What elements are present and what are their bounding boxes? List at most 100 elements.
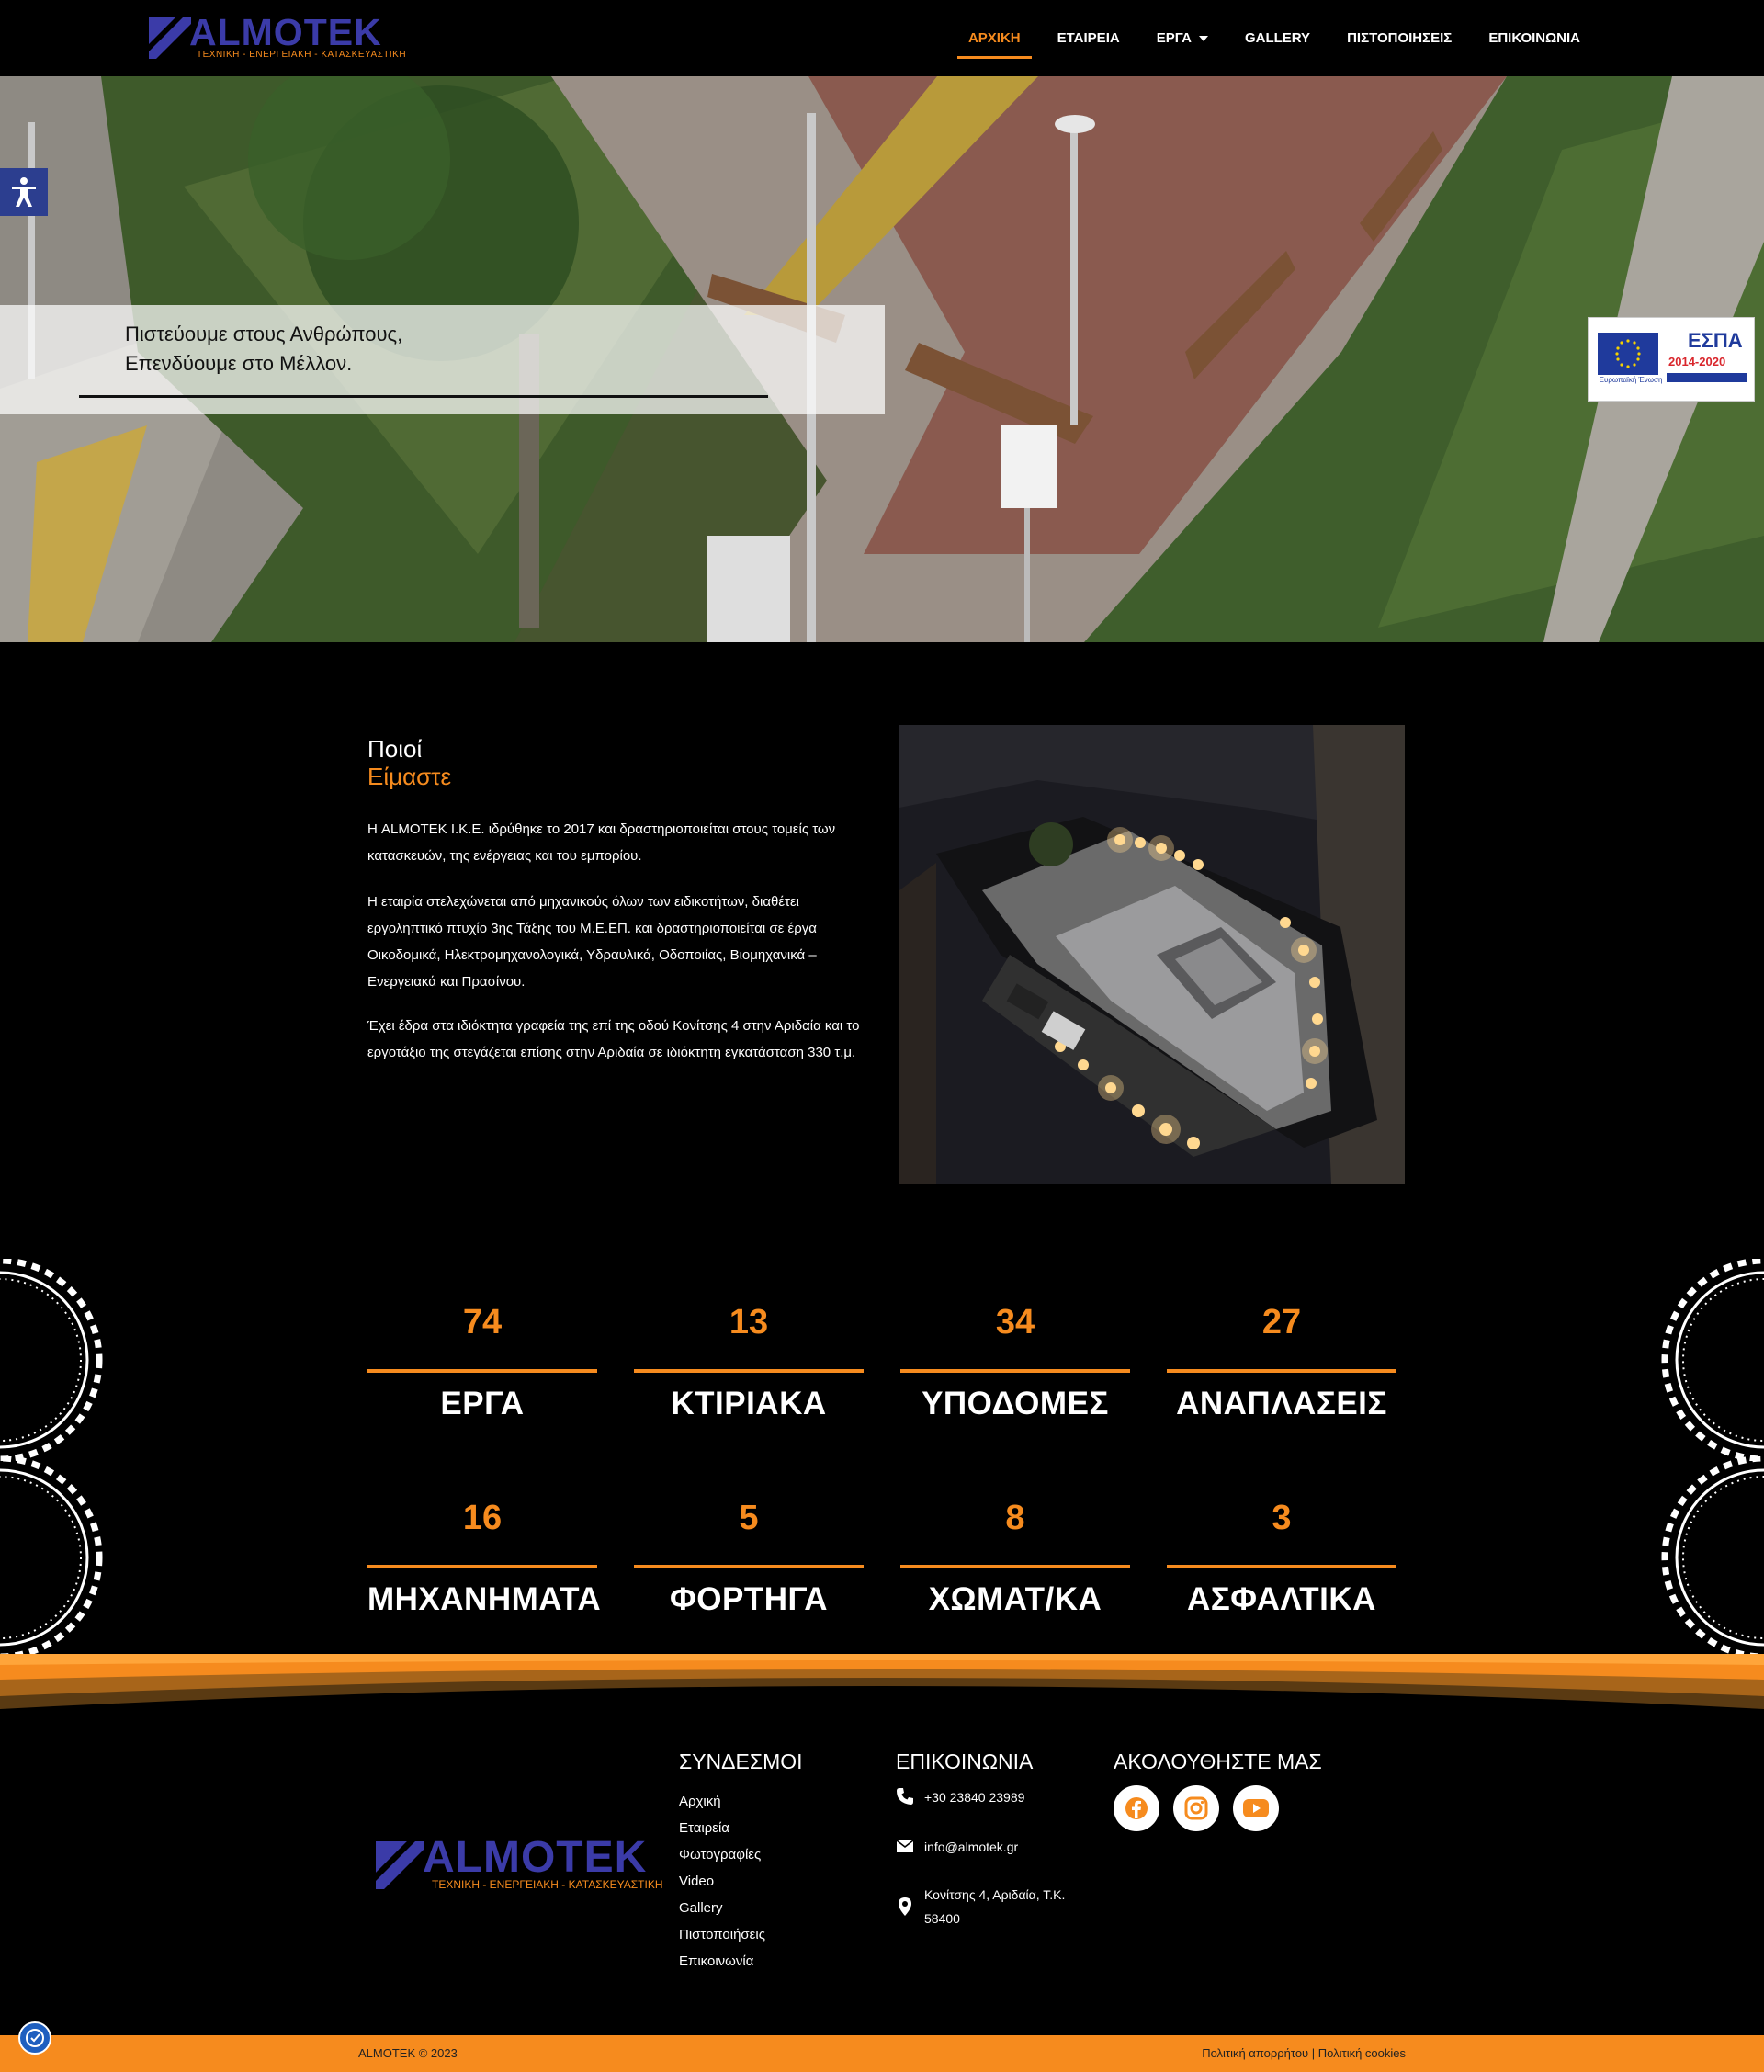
counter-infrastructure: 34 ΥΠΟΔΟΜΕΣ <box>900 1299 1130 1422</box>
counter-divider <box>634 1369 864 1373</box>
espa-stripe <box>1667 373 1747 382</box>
nav-item-home[interactable]: ΑΡΧΙΚΗ <box>950 0 1039 76</box>
counter-label: ΚΤΙΡΙΑΚΑ <box>671 1386 827 1421</box>
logo-tagline: ΤΕΧΝΙΚΗ - ΕΝΕΡΓΕΙΑΚΗ - ΚΑΤΑΣΚΕΥΑΣΤΙΚΗ <box>432 1878 663 1891</box>
site-header: ALMOTEK ΤΕΧΝΙΚΗ - ΕΝΕΡΓΕΙΑΚΗ - ΚΑΤΑΣΚΕΥΑ… <box>0 0 1764 76</box>
nav-label: GALLERY <box>1244 30 1311 46</box>
instagram-button[interactable] <box>1173 1785 1219 1831</box>
cookie-settings-button[interactable] <box>18 2021 51 2055</box>
footer-link-home[interactable]: Αρχική <box>679 1788 765 1815</box>
footer-link-video[interactable]: Video <box>679 1868 765 1895</box>
counter-label: ΕΡΓΑ <box>440 1386 525 1421</box>
main-nav: ΑΡΧΙΚΗ ΕΤΑΙΡΕΙΑ ΕΡΓΑ GALLERY ΠΙΣΤΟΠΟΙΗΣΕ… <box>950 0 1599 76</box>
privacy-policy-link[interactable]: Πολιτική απορρήτου <box>1202 2046 1308 2060</box>
youtube-icon <box>1243 1799 1269 1817</box>
counter-label: ΦΟΡΤΗΓΑ <box>670 1581 828 1617</box>
counter-divider <box>1167 1369 1396 1373</box>
counter-machinery: 16 ΜΗΧΑΝΗΜΑΤΑ <box>368 1495 601 1618</box>
eu-flag-icon <box>1598 333 1658 375</box>
footer-link-certifications[interactable]: Πιστοποιήσεις <box>679 1921 765 1948</box>
logo-mark-icon <box>376 1841 424 1889</box>
nav-item-company[interactable]: ΕΤΑΙΡΕΙΑ <box>1039 0 1138 76</box>
gear-decoration-icon <box>1661 1456 1764 1659</box>
nav-item-contact[interactable]: ΕΠΙΚΟΙΝΩΝΙΑ <box>1470 0 1599 76</box>
footer-follow-title: ΑΚΟΛΟΥΘΗΣΤΕ ΜΑΣ <box>1114 1749 1322 1773</box>
accessibility-button[interactable] <box>0 168 48 216</box>
map-marker-icon <box>899 1897 911 1916</box>
gear-decoration-icon <box>0 1259 103 1461</box>
nav-item-certifications[interactable]: ΠΙΣΤΟΠΟΙΗΣΕΙΣ <box>1329 0 1470 76</box>
about-title-line2: Είμαστε <box>368 763 452 790</box>
gear-decoration-icon <box>1661 1259 1764 1461</box>
counter-value: 34 <box>995 1303 1035 1342</box>
logo-mark-icon <box>149 17 191 59</box>
about-square-photo <box>899 725 1405 1184</box>
counter-label: ΥΠΟΔΟΜΕΣ <box>922 1386 1109 1421</box>
hero-slogan-box: Πιστεύουμε στους Ανθρώπους, Επενδύουμε σ… <box>0 305 885 414</box>
footer-links-title: ΣΥΝΔΕΣΜΟΙ <box>679 1749 803 1773</box>
nav-label: ΠΙΣΤΟΠΟΙΗΣΕΙΣ <box>1347 30 1453 46</box>
logo-wordmark: ALMOTEK <box>423 1833 648 1882</box>
footer-link-company[interactable]: Εταιρεία <box>679 1815 765 1841</box>
nav-label: ΕΡΓΑ <box>1156 30 1192 46</box>
counter-value: 13 <box>729 1303 769 1342</box>
footer-link-photos[interactable]: Φωτογραφίες <box>679 1841 765 1868</box>
eu-label: Ευρωπαϊκή Ένωση <box>1599 376 1663 384</box>
footer-wave-divider <box>0 1654 1764 1709</box>
envelope-icon <box>896 1840 914 1852</box>
chevron-down-icon <box>1198 35 1208 41</box>
footer-links: Αρχική Εταιρεία Φωτογραφίες Video Galler… <box>679 1788 765 1975</box>
cookie-policy-link[interactable]: Πολιτική cookies <box>1318 2046 1406 2060</box>
nav-label: ΑΡΧΙΚΗ <box>967 30 1021 46</box>
about-paragraph-2: Η εταιρία στελεχώνεται από μηχανικούς όλ… <box>368 894 817 990</box>
counter-label: ΑΣΦΑΛΤΙΚΑ <box>1187 1581 1376 1617</box>
logo-tagline: ΤΕΧΝΙΚΗ - ΕΝΕΡΓΕΙΑΚΗ - ΚΑΤΑΣΚΕΥΑΣΤΙΚΗ <box>197 50 407 60</box>
espa-banner[interactable]: Ευρωπαϊκή Ένωση ΕΣΠΑ 2014-2020 <box>1588 317 1755 402</box>
footer-phone[interactable]: +30 23840 23989 <box>896 1785 1071 1809</box>
nav-label: ΕΠΙΚΟΙΝΩΝΙΑ <box>1488 30 1580 46</box>
facebook-icon <box>1125 1797 1148 1819</box>
site-logo[interactable]: ALMOTEK ΤΕΧΝΙΚΗ - ΕΝΕΡΓΕΙΑΚΗ - ΚΑΤΑΣΚΕΥΑ… <box>149 11 406 62</box>
counter-divider <box>368 1565 597 1568</box>
nav-item-projects[interactable]: ΕΡΓΑ <box>1138 0 1227 76</box>
legal-separator: | <box>1311 2046 1316 2060</box>
footer-email[interactable]: info@almotek.gr <box>896 1835 1071 1859</box>
copyright-text: ALMOTEK © 2023 <box>358 2046 458 2060</box>
nav-item-gallery[interactable]: GALLERY <box>1227 0 1329 76</box>
gear-decoration-icon <box>0 1456 103 1659</box>
cookie-settings-icon <box>26 2029 44 2047</box>
hero-underline <box>79 395 768 398</box>
footer-logo[interactable]: ALMOTEK ΤΕΧΝΙΚΗ - ΕΝΕΡΓΕΙΑΚΗ - ΚΑΤΑΣΚΕΥΑ… <box>375 1833 663 1893</box>
counter-buildings: 13 ΚΤΙΡΙΑΚΑ <box>634 1299 864 1422</box>
hero-section: Πιστεύουμε στους Ανθρώπους, Επενδύουμε σ… <box>0 76 1764 642</box>
nav-label: ΕΤΑΙΡΕΙΑ <box>1057 30 1120 46</box>
counter-asphalt: 3 ΑΣΦΑΛΤΙΚΑ <box>1167 1495 1396 1618</box>
phone-text: +30 23840 23989 <box>924 1790 1025 1805</box>
counter-trucks: 5 ΦΟΡΤΗΓΑ <box>634 1495 864 1618</box>
hero-slogan-line1: Πιστεύουμε στους Ανθρώπους, <box>125 323 403 345</box>
espa-years: 2014-2020 <box>1668 355 1726 368</box>
footer-contact-title: ΕΠΙΚΟΙΝΩΝΙΑ <box>896 1749 1034 1773</box>
youtube-button[interactable] <box>1233 1785 1279 1831</box>
hero-slogan: Πιστεύουμε στους Ανθρώπους, Επενδύουμε σ… <box>125 320 402 379</box>
counter-value: 3 <box>1272 1499 1292 1537</box>
counter-divider <box>634 1565 864 1568</box>
counter-value: 8 <box>1005 1499 1025 1537</box>
counter-earthmoving: 8 ΧΩΜΑΤ/ΚΑ <box>900 1495 1130 1618</box>
counter-redevelopments: 27 ΑΝΑΠΛΑΣΕΙΣ <box>1167 1299 1396 1422</box>
about-title-line1: Ποιοί <box>368 735 423 763</box>
counter-divider <box>900 1369 1130 1373</box>
counter-label: ΧΩΜΑΤ/ΚΑ <box>928 1581 1102 1617</box>
counter-divider <box>1167 1565 1396 1568</box>
espa-title: ΕΣΠΑ <box>1688 329 1743 352</box>
address-text: Κονίτσης 4, Αριδαία, Τ.Κ. 58400 <box>924 1887 1066 1926</box>
footer-link-gallery[interactable]: Gallery <box>679 1895 765 1921</box>
about-title: Ποιοί Είμαστε <box>368 735 451 790</box>
instagram-icon <box>1184 1796 1208 1820</box>
facebook-button[interactable] <box>1114 1785 1159 1831</box>
footer-link-contact[interactable]: Επικοινωνία <box>679 1948 765 1975</box>
counter-projects: 74 ΕΡΓΑ <box>368 1299 597 1422</box>
counter-divider <box>900 1565 1130 1568</box>
counter-divider <box>368 1369 597 1373</box>
counter-value: 27 <box>1261 1303 1302 1342</box>
